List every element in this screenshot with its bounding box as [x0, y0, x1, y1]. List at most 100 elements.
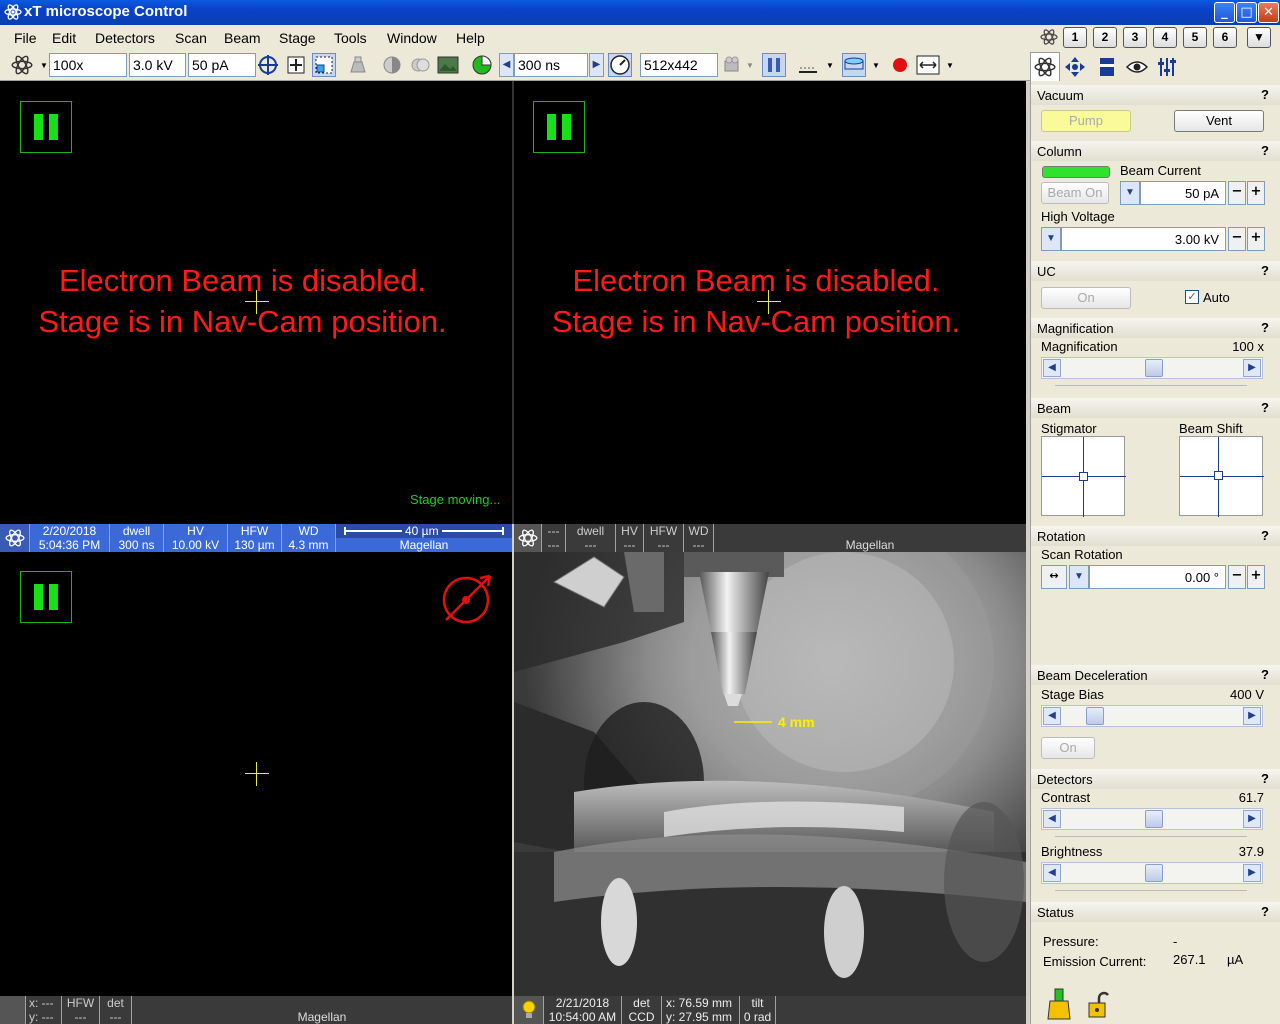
beam-on-button[interactable]: Beam On: [1041, 182, 1109, 204]
beam-shift-pad[interactable]: [1179, 436, 1264, 517]
menu-detectors[interactable]: Detectors: [95, 30, 155, 46]
slider-left-arrow[interactable]: ◀: [1043, 707, 1061, 725]
slider-right-arrow[interactable]: ▶: [1243, 707, 1261, 725]
scan-rotation-plus-button[interactable]: +: [1247, 565, 1265, 589]
pause-scan-icon[interactable]: [762, 53, 786, 77]
menu-tools[interactable]: Tools: [334, 30, 367, 46]
uc-on-button[interactable]: On: [1041, 287, 1131, 309]
beam-header[interactable]: Beam?: [1031, 398, 1280, 418]
preset-2-button[interactable]: 2: [1093, 27, 1117, 48]
menu-help[interactable]: Help: [456, 30, 485, 46]
scan-rotation-dropdown[interactable]: ▼: [1069, 565, 1089, 589]
high-voltage-field[interactable]: 3.00 kV: [1061, 227, 1226, 251]
preset-3-button[interactable]: 3: [1123, 27, 1147, 48]
dwell-field[interactable]: 300 ns: [514, 53, 588, 77]
slider-thumb[interactable]: [1145, 864, 1164, 882]
slider-thumb[interactable]: [1145, 359, 1164, 377]
rotation-header[interactable]: Rotation?: [1031, 526, 1280, 546]
slider-left-arrow[interactable]: ◀: [1043, 810, 1061, 828]
menu-beam[interactable]: Beam: [224, 30, 261, 46]
record-icon[interactable]: [888, 53, 912, 77]
current-field[interactable]: 50 pA: [188, 53, 256, 77]
beam-current-field[interactable]: 50 pA: [1140, 181, 1226, 205]
high-voltage-minus-button[interactable]: −: [1228, 227, 1246, 251]
uc-header[interactable]: UC?: [1031, 261, 1280, 281]
uc-auto-checkbox[interactable]: ✓: [1185, 290, 1199, 304]
beam-deceleration-header[interactable]: Beam Deceleration?: [1031, 665, 1280, 685]
pump-button[interactable]: Pump: [1041, 110, 1131, 132]
minimize-button[interactable]: _: [1214, 2, 1235, 23]
tab-navigation[interactable]: [1060, 52, 1090, 81]
preset-6-button[interactable]: 6: [1213, 27, 1237, 48]
video-icon[interactable]: [722, 53, 746, 77]
selected-area-icon[interactable]: [284, 53, 308, 77]
slider-left-arrow[interactable]: ◀: [1043, 864, 1061, 882]
dwell-increase-button[interactable]: ▶: [589, 53, 604, 77]
brightness-slider[interactable]: ◀ ▶: [1041, 862, 1263, 884]
contrast-icon[interactable]: [380, 53, 404, 77]
vent-button[interactable]: Vent: [1174, 110, 1264, 132]
dropdown-arrow-icon[interactable]: ▼: [826, 61, 834, 70]
preset-1-button[interactable]: 1: [1063, 27, 1087, 48]
deceleration-on-button[interactable]: On: [1041, 737, 1095, 759]
quad-4-navcam-view[interactable]: 4 mm: [514, 552, 1026, 996]
beam-current-plus-button[interactable]: +: [1247, 181, 1265, 205]
tab-alignments[interactable]: [1122, 52, 1152, 81]
vacuum-header[interactable]: Vacuum?: [1031, 85, 1280, 105]
magnification-slider[interactable]: ◀ ▶: [1041, 357, 1263, 379]
dropdown-arrow-icon[interactable]: ▼: [40, 61, 48, 70]
rotation-toggle-icon[interactable]: ↔: [1041, 565, 1067, 589]
preset-menu-button[interactable]: ▼: [1247, 27, 1271, 48]
quad-1-view[interactable]: Electron Beam is disabled. Stage is in Na…: [0, 81, 512, 524]
menu-scan[interactable]: Scan: [175, 30, 207, 46]
beam-select-icon[interactable]: [10, 53, 34, 77]
detectors-header[interactable]: Detectors?: [1031, 769, 1280, 789]
lens-icon[interactable]: [842, 53, 866, 77]
scan-rotation-field[interactable]: 0.00 °: [1089, 565, 1226, 589]
beam-current-minus-button[interactable]: −: [1228, 181, 1246, 205]
auto-contrast-icon[interactable]: [408, 53, 432, 77]
dropdown-arrow-icon[interactable]: ▼: [946, 61, 954, 70]
menu-file[interactable]: File: [14, 30, 37, 46]
stage-bias-slider[interactable]: ◀ ▶: [1041, 705, 1263, 727]
magnification-header[interactable]: Magnification?: [1031, 318, 1280, 338]
pie-timer-icon[interactable]: [470, 53, 494, 77]
high-voltage-plus-button[interactable]: +: [1247, 227, 1265, 251]
menu-edit[interactable]: Edit: [52, 30, 76, 46]
stigmator-pad[interactable]: [1041, 436, 1126, 517]
contrast-slider[interactable]: ◀ ▶: [1041, 808, 1263, 830]
dwell-decrease-button[interactable]: ◀: [499, 53, 514, 77]
slider-thumb[interactable]: [1145, 810, 1164, 828]
fit-width-icon[interactable]: [916, 53, 940, 77]
quad-2-view[interactable]: Electron Beam is disabled. Stage is in Na…: [514, 81, 1026, 524]
snapshot-icon[interactable]: [796, 53, 820, 77]
slider-right-arrow[interactable]: ▶: [1243, 359, 1261, 377]
slider-right-arrow[interactable]: ▶: [1243, 810, 1261, 828]
close-button[interactable]: ✕: [1258, 2, 1279, 23]
status-header[interactable]: Status?: [1031, 902, 1280, 922]
crosshair-icon[interactable]: [256, 53, 280, 77]
slider-thumb[interactable]: [1086, 707, 1104, 725]
tab-settings[interactable]: [1152, 52, 1182, 81]
preset-4-button[interactable]: 4: [1153, 27, 1177, 48]
image-icon[interactable]: [436, 53, 460, 77]
tab-beam-control[interactable]: [1030, 52, 1060, 81]
beam-current-dropdown[interactable]: ▼: [1120, 181, 1140, 205]
menu-window[interactable]: Window: [387, 30, 437, 46]
dropdown-arrow-icon[interactable]: ▼: [872, 61, 880, 70]
preset-5-button[interactable]: 5: [1183, 27, 1207, 48]
reduced-area-icon[interactable]: [312, 53, 336, 77]
stage-icon[interactable]: [346, 53, 370, 77]
resolution-field[interactable]: 512x442: [640, 53, 718, 77]
menu-stage[interactable]: Stage: [279, 30, 316, 46]
scan-speed-icon[interactable]: [608, 53, 632, 77]
column-header[interactable]: Column?: [1031, 141, 1280, 161]
tab-processing[interactable]: [1092, 52, 1122, 81]
slider-left-arrow[interactable]: ◀: [1043, 359, 1061, 377]
magnification-field[interactable]: 100x: [49, 53, 127, 77]
slider-right-arrow[interactable]: ▶: [1243, 864, 1261, 882]
maximize-button[interactable]: □: [1236, 2, 1257, 23]
quad-3-view[interactable]: [0, 552, 512, 996]
high-voltage-dropdown[interactable]: ▼: [1041, 227, 1061, 251]
voltage-field[interactable]: 3.0 kV: [129, 53, 186, 77]
